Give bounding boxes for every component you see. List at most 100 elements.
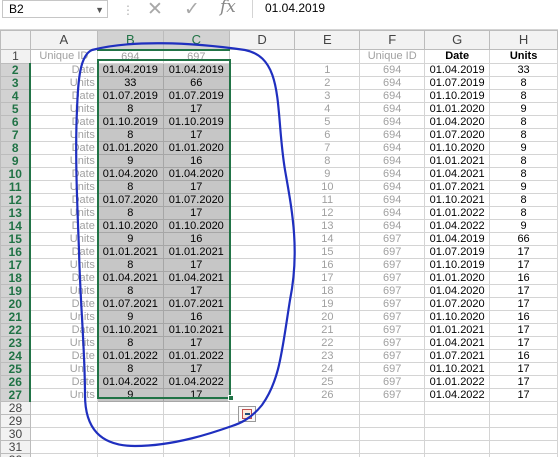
cell-date[interactable]: 01.07.2019 <box>424 75 491 90</box>
cell-c1[interactable]: 697 <box>162 49 230 64</box>
cell-index[interactable]: 9 <box>294 166 361 181</box>
cell[interactable] <box>228 218 296 233</box>
cell-unique-id[interactable]: 694 <box>359 140 426 155</box>
cell-index[interactable]: 20 <box>294 309 361 324</box>
cell-index[interactable]: 11 <box>294 192 361 207</box>
row-header[interactable]: 5 <box>0 101 32 116</box>
cell-units[interactable]: 8 <box>489 153 558 168</box>
cell-unique-id[interactable]: 694 <box>359 101 426 116</box>
cell-index[interactable]: 26 <box>294 387 361 402</box>
selected-cell[interactable]: 17 <box>162 101 230 116</box>
cell-label[interactable]: Units <box>29 387 98 402</box>
cell-date[interactable]: 01.07.2019 <box>424 244 491 259</box>
cell-label[interactable]: Units <box>29 257 98 272</box>
cell-units[interactable]: 8 <box>489 88 558 103</box>
cell-label[interactable]: Date <box>29 296 98 311</box>
row-header[interactable]: 32 <box>0 452 31 457</box>
cell-label[interactable]: Units <box>29 231 98 246</box>
row-header[interactable]: 4 <box>0 88 32 103</box>
cell[interactable] <box>228 114 296 129</box>
selected-cell[interactable]: 01.04.2019 <box>162 62 230 77</box>
row-header[interactable]: 13 <box>0 205 32 220</box>
cell-label[interactable]: Date <box>29 244 98 259</box>
cell-index[interactable]: 7 <box>294 140 361 155</box>
cell[interactable] <box>228 153 296 168</box>
selected-cell[interactable]: 8 <box>96 205 164 220</box>
chevron-down-icon[interactable]: ▼ <box>95 2 104 18</box>
selected-cell[interactable]: 01.07.2020 <box>162 192 230 207</box>
cell-units[interactable]: 33 <box>489 62 558 77</box>
cell-units[interactable]: 9 <box>489 140 558 155</box>
selected-cell[interactable]: 01.01.2021 <box>96 244 164 259</box>
cell-unique-id[interactable]: 697 <box>359 322 426 337</box>
cell-date[interactable]: 01.07.2021 <box>424 348 491 363</box>
row-header[interactable]: 8 <box>0 140 32 155</box>
cell-label[interactable]: Units <box>29 361 98 376</box>
selected-cell[interactable]: 17 <box>162 387 230 402</box>
cell[interactable] <box>29 439 98 454</box>
row-header[interactable]: 25 <box>0 361 32 376</box>
cell[interactable] <box>228 348 296 363</box>
cell[interactable] <box>96 413 164 428</box>
selected-cell[interactable]: 01.01.2022 <box>162 348 230 363</box>
cell-date[interactable]: 01.10.2021 <box>424 361 491 376</box>
selected-cell[interactable]: 01.10.2019 <box>162 114 230 129</box>
cell-unique-id[interactable]: 694 <box>359 75 426 90</box>
cell[interactable] <box>228 88 296 103</box>
selected-cell[interactable]: 01.07.2020 <box>96 192 164 207</box>
selected-cell[interactable]: 8 <box>96 127 164 142</box>
cell[interactable] <box>228 140 296 155</box>
cell-index[interactable]: 8 <box>294 153 361 168</box>
row-header[interactable]: 9 <box>0 153 32 168</box>
cell-unique-id[interactable]: 697 <box>359 309 426 324</box>
selected-cell[interactable]: 01.10.2021 <box>96 322 164 337</box>
cell-units[interactable]: 66 <box>489 231 558 246</box>
spreadsheet-grid[interactable]: ABCDEFGH 1 Unique ID 694 697 Unique ID Date Un… <box>0 30 558 457</box>
cell[interactable] <box>228 179 296 194</box>
row-header[interactable]: 20 <box>0 296 32 311</box>
cell-units[interactable]: 17 <box>489 335 558 350</box>
cell-units[interactable]: 17 <box>489 296 558 311</box>
cell-units[interactable]: 17 <box>489 374 558 389</box>
cell[interactable] <box>96 439 164 454</box>
sheet-table[interactable]: ABCDEFGH 1 Unique ID 694 697 Unique ID Date Un… <box>0 30 558 457</box>
column-header-h[interactable]: H <box>489 30 558 50</box>
cell-date[interactable]: 01.07.2020 <box>424 296 491 311</box>
cell-unique-id[interactable]: 694 <box>359 218 426 233</box>
cell-units[interactable]: 17 <box>489 257 558 272</box>
selected-cell[interactable]: 8 <box>96 101 164 116</box>
cell-unique-id[interactable]: 694 <box>359 62 426 77</box>
cell-unique-id[interactable]: 697 <box>359 387 426 402</box>
cell[interactable] <box>228 101 296 116</box>
cell[interactable] <box>489 439 558 454</box>
selected-cell[interactable]: 01.07.2019 <box>96 88 164 103</box>
cell-index[interactable]: 1 <box>294 62 361 77</box>
column-header-a[interactable]: A <box>29 30 98 50</box>
cell[interactable] <box>228 309 296 324</box>
cell[interactable] <box>162 426 230 441</box>
row-header[interactable]: 15 <box>0 231 32 246</box>
cell-unique-id[interactable]: 697 <box>359 257 426 272</box>
cell-date[interactable]: 01.04.2019 <box>424 62 491 77</box>
row-header[interactable]: 28 <box>0 400 31 415</box>
cell[interactable] <box>96 452 164 457</box>
cell[interactable] <box>424 413 491 428</box>
cell[interactable] <box>162 439 230 454</box>
row-header[interactable]: 17 <box>0 257 32 272</box>
column-header-f[interactable]: F <box>359 30 426 50</box>
cell-unique-id[interactable]: 697 <box>359 296 426 311</box>
cell-label[interactable]: Date <box>29 62 98 77</box>
cell-units[interactable]: 9 <box>489 101 558 116</box>
cell-index[interactable]: 24 <box>294 361 361 376</box>
selected-cell[interactable]: 16 <box>162 231 230 246</box>
row-header[interactable]: 6 <box>0 114 32 129</box>
cell-unique-id[interactable]: 697 <box>359 231 426 246</box>
cell[interactable] <box>359 413 426 428</box>
cell[interactable] <box>294 413 361 428</box>
cell-date[interactable]: 01.10.2019 <box>424 88 491 103</box>
row-header[interactable]: 2 <box>0 62 32 77</box>
cell-label[interactable]: Date <box>29 218 98 233</box>
name-box[interactable]: B2 ▼ <box>2 0 108 18</box>
cell[interactable] <box>228 166 296 181</box>
cell[interactable] <box>29 452 98 457</box>
